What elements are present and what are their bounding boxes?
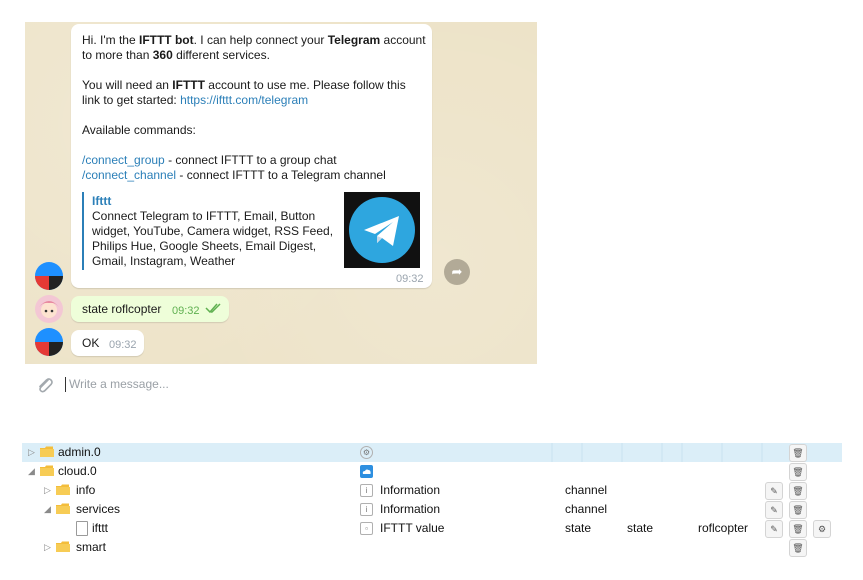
bot-welcome-message: Hi. I'm the IFTTT bot. I can help connec… (71, 24, 432, 288)
tree-item-type: channel (565, 502, 608, 516)
message-time: 09:32 (396, 273, 424, 285)
message-time: 09:32 (109, 339, 137, 351)
edit-icon[interactable]: ✎ (765, 501, 783, 519)
folder-icon (56, 503, 70, 514)
bot-ok-message: OK 09:32 (71, 330, 144, 356)
tree-item-role: IFTTT value (380, 521, 445, 535)
tree-item-name: smart (76, 540, 106, 554)
message-time: 09:32 (172, 305, 200, 317)
expand-arrow-icon[interactable]: ▷ (44, 485, 51, 496)
delete-icon[interactable]: 🗑 (789, 482, 807, 500)
tree-row-info[interactable]: ▷ info i Information channel ✎ 🗑 (22, 481, 842, 500)
chat-panel: Hi. I'm the IFTTT bot. I can help connec… (25, 22, 537, 364)
tree-item-type: state (565, 521, 592, 535)
message-text: state roflcopter (82, 302, 162, 316)
folder-icon (40, 465, 54, 476)
message-input[interactable]: Write a message... (69, 377, 169, 391)
message-paragraph-intro: Hi. I'm the IFTTT bot. I can help connec… (82, 33, 426, 62)
tree-item-role: Information (380, 502, 441, 516)
command-connect-channel: /connect_channel - connect IFTTT to a Te… (82, 168, 386, 182)
folder-icon (40, 446, 54, 457)
text-cursor (65, 377, 66, 392)
expand-arrow-icon[interactable]: ▷ (44, 542, 51, 553)
bot-avatar[interactable] (35, 328, 63, 356)
tree-item-name: admin.0 (58, 445, 101, 459)
share-icon[interactable]: ➦ (444, 259, 470, 285)
message-text: OK (82, 336, 100, 350)
gear-icon: ⚙ (360, 446, 373, 459)
tree-item-name: services (76, 502, 121, 516)
info-icon: i (360, 484, 373, 497)
folder-icon (56, 541, 70, 552)
tree-item-name: ifttt (92, 521, 109, 535)
tree-item-name: info (76, 483, 96, 497)
command-connect-group: /connect_group - connect IFTTT to a grou… (82, 153, 337, 167)
settings-gear-icon[interactable]: ⚙ (813, 520, 831, 538)
bot-avatar[interactable] (35, 262, 63, 290)
paperclip-icon[interactable] (35, 375, 55, 395)
tree-row-admin[interactable]: ▷ admin.0 ⚙ 🗑 (22, 443, 842, 462)
delete-icon[interactable]: 🗑 (789, 463, 807, 481)
tree-row-smart[interactable]: ▷ smart 🗑 (22, 538, 842, 557)
delete-icon[interactable]: 🗑 (789, 501, 807, 519)
telegram-logo-image (344, 192, 420, 268)
object-tree: ▷ admin.0 ⚙ 🗑 ◢ cloud.0 🗑 ▷ info i Infor… (22, 443, 842, 559)
collapse-arrow-icon[interactable]: ◢ (44, 504, 51, 515)
edit-icon[interactable]: ✎ (765, 482, 783, 500)
delete-icon[interactable]: 🗑 (789, 444, 807, 462)
message-paragraph-signup: You will need an IFTTT account to use me… (82, 78, 406, 107)
delete-icon[interactable]: 🗑 (789, 539, 807, 557)
delete-icon[interactable]: 🗑 (789, 520, 807, 538)
state-icon: ▫ (360, 522, 373, 535)
telegram-plane-icon (349, 197, 415, 263)
tree-row-services[interactable]: ◢ services i Information channel ✎ 🗑 (22, 500, 842, 519)
available-commands-label: Available commands: (82, 123, 196, 137)
file-icon (76, 521, 88, 536)
tree-item-value[interactable]: roflcopter (698, 521, 748, 535)
outgoing-message: state roflcopter 09:32 (71, 296, 229, 322)
link-preview[interactable]: Ifttt Connect Telegram to IFTTT, Email, … (82, 192, 424, 270)
user-avatar[interactable] (35, 295, 63, 323)
tree-row-cloud[interactable]: ◢ cloud.0 🗑 (22, 462, 842, 481)
tree-item-type: channel (565, 483, 608, 497)
edit-icon[interactable]: ✎ (765, 520, 783, 538)
folder-icon (56, 484, 70, 495)
collapse-arrow-icon[interactable]: ◢ (28, 466, 35, 477)
tree-item-common-role: state (627, 521, 654, 535)
ifttt-telegram-link[interactable]: https://ifttt.com/telegram (180, 93, 308, 107)
preview-title: Ifttt (92, 194, 112, 208)
connect-channel-link[interactable]: /connect_channel (82, 168, 176, 182)
info-icon: i (360, 503, 373, 516)
message-input-bar: Write a message... (25, 366, 537, 404)
cloud-icon (360, 465, 373, 478)
tree-item-name: cloud.0 (58, 464, 97, 478)
tree-row-ifttt[interactable]: ifttt ▫ IFTTT value state state roflcopt… (22, 519, 842, 538)
preview-description: Connect Telegram to IFTTT, Email, Button… (92, 209, 334, 268)
connect-group-link[interactable]: /connect_group (82, 153, 165, 167)
expand-arrow-icon[interactable]: ▷ (28, 447, 35, 458)
column-grid (551, 443, 763, 462)
tree-item-role: Information (380, 483, 441, 497)
double-check-icon (205, 302, 223, 318)
